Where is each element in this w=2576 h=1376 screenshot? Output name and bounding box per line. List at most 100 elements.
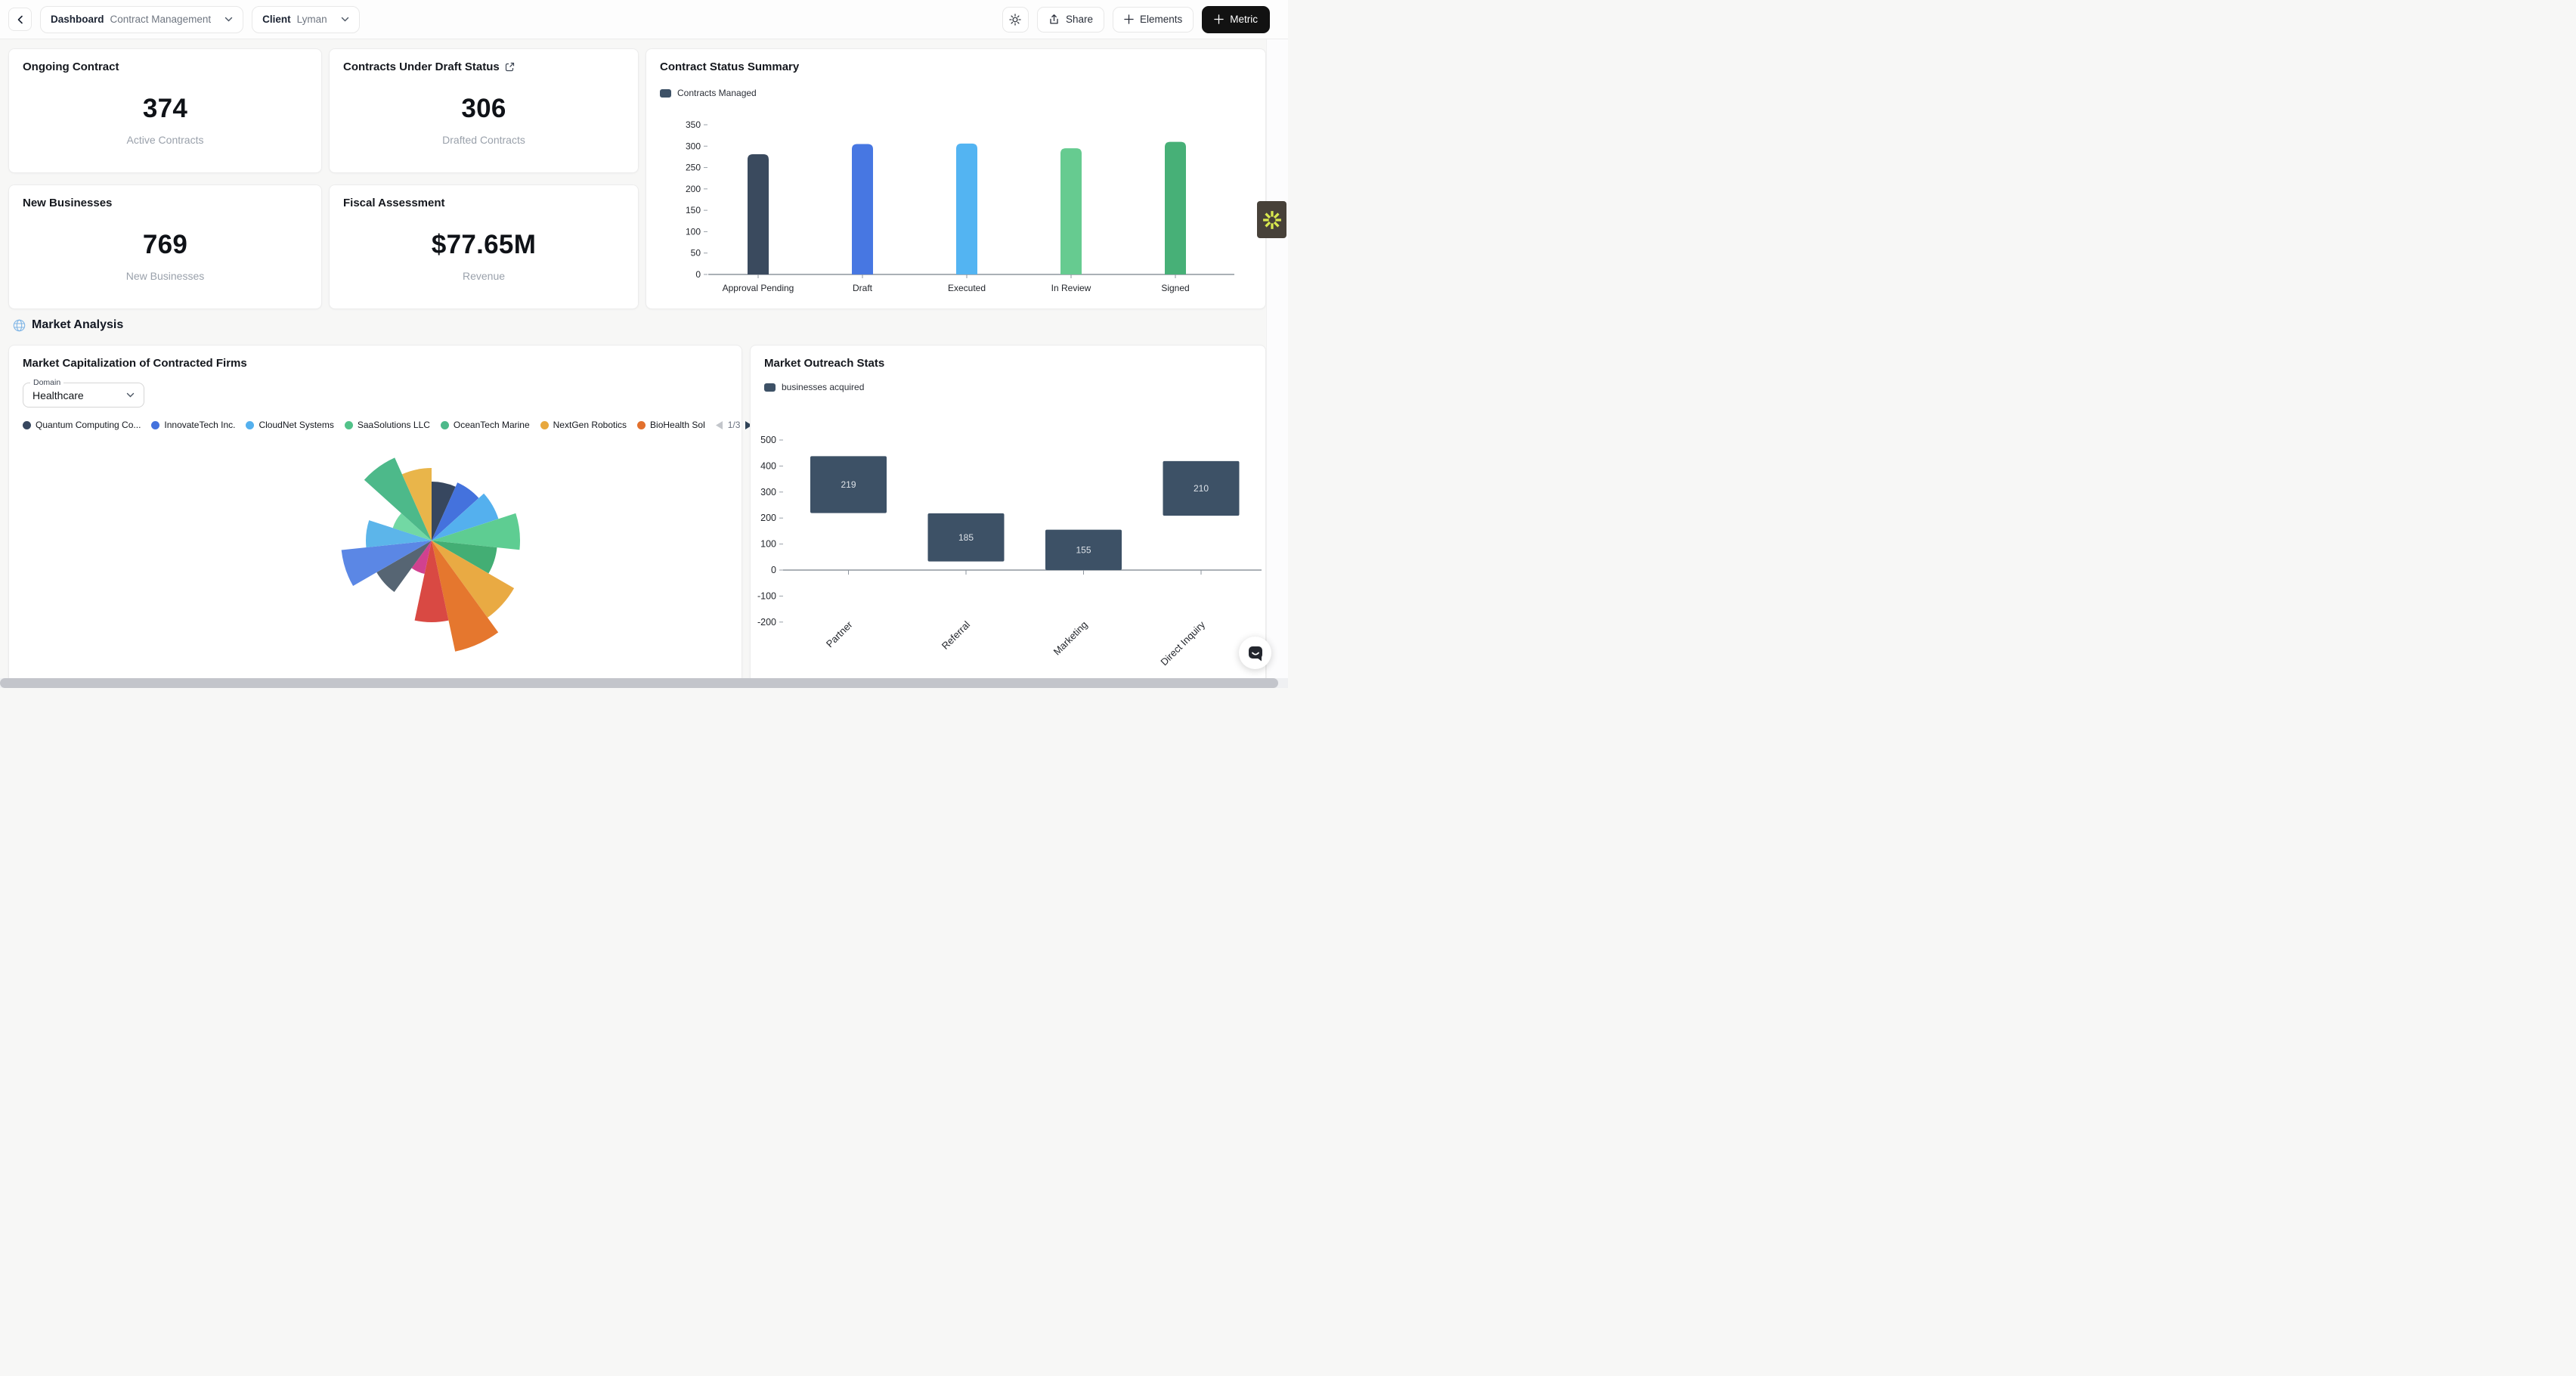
- chat-bubble-icon: [1246, 644, 1265, 662]
- legend-label: InnovateTech Inc.: [164, 420, 235, 430]
- market-capitalization-card: Market Capitalization of Contracted Firm…: [8, 345, 742, 688]
- legend-swatch[interactable]: [764, 383, 776, 392]
- market-outreach-waterfall-chart: 5004003002001000-100-200219Partner185Ref…: [751, 421, 1267, 682]
- share-icon: [1048, 14, 1060, 26]
- svg-text:Signed: Signed: [1161, 283, 1189, 293]
- assistant-widget-tab[interactable]: [1257, 201, 1286, 238]
- stat-value: 374: [23, 94, 308, 124]
- legend-label: CloudNet Systems: [259, 420, 333, 430]
- market-cap-rose-chart: [303, 404, 560, 662]
- svg-text:250: 250: [686, 163, 701, 173]
- svg-text:200: 200: [760, 513, 776, 523]
- market-analysis-section-header: Market Analysis: [13, 318, 123, 332]
- domain-select[interactable]: Domain Healthcare: [23, 383, 144, 408]
- plus-icon: [1214, 14, 1224, 24]
- legend-dot: [441, 421, 449, 429]
- contract-status-bar-chart: 050100150200250300350Approval PendingDra…: [646, 113, 1267, 306]
- share-button[interactable]: Share: [1037, 7, 1104, 33]
- card-title: Ongoing Contract: [23, 60, 308, 73]
- dashboard-select[interactable]: Dashboard Contract Management: [40, 6, 243, 33]
- svg-text:Marketing: Marketing: [1051, 619, 1090, 658]
- svg-text:Referral: Referral: [940, 618, 972, 651]
- legend-dot: [246, 421, 254, 429]
- asterisk-icon: [1262, 210, 1282, 230]
- legend-item[interactable]: OceanTech Marine: [441, 420, 530, 430]
- legend-swatch[interactable]: [660, 89, 671, 98]
- client-select-label: Client: [262, 14, 291, 25]
- svg-text:350: 350: [686, 119, 701, 130]
- svg-text:Partner: Partner: [824, 618, 855, 649]
- svg-text:500: 500: [760, 435, 776, 445]
- svg-text:Draft: Draft: [853, 283, 873, 293]
- add-metric-label: Metric: [1230, 14, 1258, 25]
- dashboard-select-value: Contract Management: [110, 14, 212, 25]
- plus-icon: [1124, 14, 1134, 24]
- top-toolbar: Dashboard Contract Management Client Lym…: [0, 0, 1288, 39]
- legend-pagination: 1/3: [716, 420, 754, 430]
- domain-select-value: Healthcare: [33, 389, 84, 401]
- external-link-icon[interactable]: [505, 62, 515, 72]
- chat-launcher-button[interactable]: [1239, 637, 1271, 669]
- stat-card-contracts-under-draft: Contracts Under Draft Status 306 Drafted…: [329, 48, 639, 173]
- chart-legend: businesses acquired: [764, 382, 1252, 392]
- stat-value: $77.65M: [343, 230, 624, 260]
- stat-card-ongoing-contract: Ongoing Contract 374 Active Contracts: [8, 48, 322, 173]
- stat-subtitle: Active Contracts: [23, 134, 308, 146]
- back-button[interactable]: [8, 8, 32, 31]
- toolbar-actions: Share Elements Metric: [1002, 6, 1270, 33]
- horizontal-scrollbar-thumb[interactable]: [0, 678, 1278, 688]
- card-title: Contracts Under Draft Status: [343, 60, 500, 73]
- svg-text:-100: -100: [757, 590, 776, 601]
- svg-text:185: 185: [958, 532, 974, 543]
- right-scroll-gutter: [1266, 39, 1288, 688]
- chart-legend: Contracts Managed: [660, 88, 1252, 98]
- legend-label[interactable]: businesses acquired: [782, 382, 864, 392]
- legend-label: OceanTech Marine: [454, 420, 530, 430]
- pagination-label: 1/3: [728, 420, 741, 430]
- stat-card-new-businesses: New Businesses 769 New Businesses: [8, 184, 322, 309]
- chevron-left-icon: [17, 15, 24, 24]
- legend-item[interactable]: Quantum Computing Co...: [23, 420, 141, 430]
- horizontal-scrollbar: [0, 678, 1288, 688]
- settings-button[interactable]: [1002, 7, 1029, 33]
- legend-label[interactable]: Contracts Managed: [677, 88, 757, 98]
- svg-text:300: 300: [760, 487, 776, 497]
- dashboard-app: Dashboard Contract Management Client Lym…: [0, 0, 1288, 688]
- svg-text:400: 400: [760, 460, 776, 471]
- client-select-value: Lyman: [297, 14, 327, 25]
- svg-text:219: 219: [841, 479, 856, 490]
- market-outreach-card: Market Outreach Stats businesses acquire…: [750, 345, 1266, 688]
- legend-item[interactable]: NextGen Robotics: [540, 420, 627, 430]
- card-title: New Businesses: [23, 197, 308, 209]
- legend-dot: [637, 421, 646, 429]
- legend-item[interactable]: InnovateTech Inc.: [151, 420, 235, 430]
- legend-dot: [23, 421, 31, 429]
- share-button-label: Share: [1066, 14, 1093, 25]
- legend-label: Quantum Computing Co...: [36, 420, 141, 430]
- legend-item[interactable]: BioHealth Sol: [637, 420, 705, 430]
- chevron-down-icon: [126, 392, 135, 398]
- legend-item[interactable]: SaaSolutions LLC: [345, 420, 430, 430]
- pagination-prev-icon[interactable]: [716, 421, 723, 429]
- section-title: Market Analysis: [32, 318, 123, 332]
- legend-label: NextGen Robotics: [553, 420, 627, 430]
- globe-icon: [13, 319, 26, 332]
- add-elements-button[interactable]: Elements: [1113, 7, 1194, 33]
- svg-text:Executed: Executed: [948, 283, 986, 293]
- svg-text:-200: -200: [757, 617, 776, 628]
- chevron-down-icon: [341, 17, 349, 22]
- contract-status-summary-card: Contract Status Summary Contracts Manage…: [646, 48, 1266, 309]
- svg-text:In Review: In Review: [1051, 283, 1091, 293]
- pie-legend: Quantum Computing Co... InnovateTech Inc…: [23, 420, 728, 430]
- add-elements-label: Elements: [1140, 14, 1182, 25]
- stat-subtitle: New Businesses: [23, 270, 308, 282]
- legend-label: BioHealth Sol: [650, 420, 705, 430]
- add-metric-button[interactable]: Metric: [1202, 6, 1270, 33]
- svg-text:150: 150: [686, 205, 701, 215]
- stat-subtitle: Drafted Contracts: [343, 134, 624, 146]
- legend-item[interactable]: CloudNet Systems: [246, 420, 333, 430]
- client-select[interactable]: Client Lyman: [252, 6, 360, 33]
- chart-title: Market Capitalization of Contracted Firm…: [23, 357, 728, 370]
- legend-dot: [345, 421, 353, 429]
- domain-select-label: Domain: [30, 378, 63, 387]
